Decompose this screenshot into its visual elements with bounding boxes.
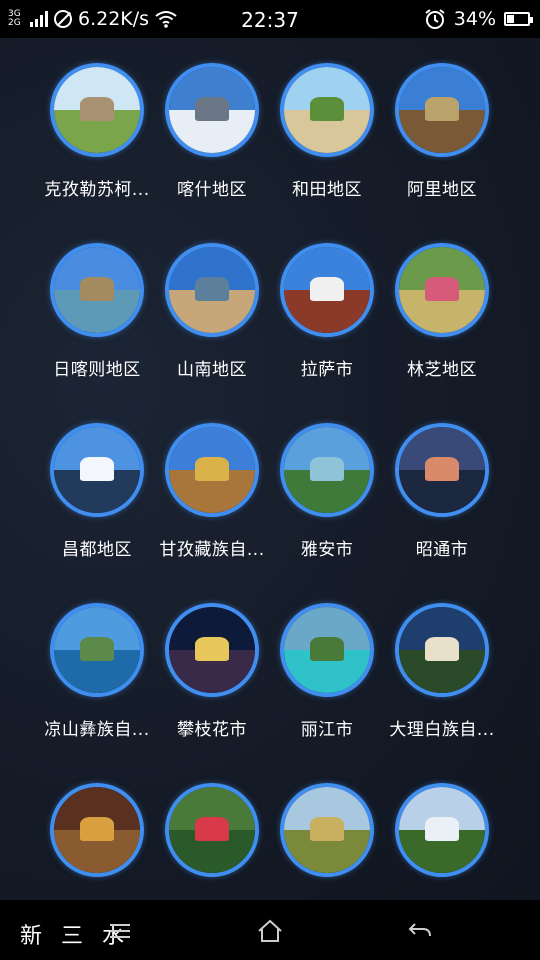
region-label: 克孜勒苏柯... xyxy=(44,180,150,200)
region-label: 雅安市 xyxy=(300,540,354,560)
nav-bar: 新 三 水 xyxy=(0,900,540,960)
thumbnail-feature xyxy=(309,457,345,482)
thumbnail-feature xyxy=(424,97,460,122)
region-label: 攀枝花市 xyxy=(177,720,247,740)
region-thumbnail[interactable] xyxy=(50,783,144,877)
region-item[interactable]: 攀枝花市 xyxy=(147,603,277,773)
back-icon xyxy=(408,923,431,937)
region-label: 丽江市 xyxy=(300,720,354,740)
region-thumbnail[interactable] xyxy=(50,243,144,337)
region-item[interactable]: 克孜勒苏柯... xyxy=(32,63,162,233)
menu-button[interactable] xyxy=(100,914,140,948)
thumbnail-feature xyxy=(424,277,460,302)
region-thumbnail[interactable] xyxy=(395,423,489,517)
region-item[interactable]: 林芝地区 xyxy=(377,243,507,413)
thumbnail-feature xyxy=(424,637,460,662)
region-label: 喀什地区 xyxy=(177,180,247,200)
region-item[interactable]: 凉山彝族自... xyxy=(32,603,162,773)
region-item[interactable]: 甘孜藏族自... xyxy=(147,423,277,593)
thumbnail-feature xyxy=(194,817,230,842)
thumbnail-feature xyxy=(194,637,230,662)
thumbnail-feature xyxy=(424,457,460,482)
region-item[interactable]: 喀什地区 xyxy=(147,63,277,233)
region-label: 和田地区 xyxy=(292,180,362,200)
region-label: 昌都地区 xyxy=(62,540,132,560)
region-item[interactable]: 雅安市 xyxy=(262,423,392,593)
region-thumbnail[interactable] xyxy=(165,603,259,697)
alarm-icon xyxy=(425,9,445,29)
region-item[interactable]: 昌都地区 xyxy=(32,423,162,593)
region-label: 大理白族自... xyxy=(389,720,495,740)
region-thumbnail[interactable] xyxy=(165,63,259,157)
region-thumbnail[interactable] xyxy=(395,63,489,157)
battery-percent: 34% xyxy=(453,8,496,30)
status-right: 34% xyxy=(424,8,533,30)
home-icon xyxy=(258,919,282,942)
region-label: 甘孜藏族自... xyxy=(159,540,265,560)
thumbnail-feature xyxy=(309,97,345,122)
region-label: 日喀则地区 xyxy=(53,360,141,380)
region-label: 林芝地区 xyxy=(407,360,477,380)
thumbnail-feature xyxy=(194,457,230,482)
region-label: 山南地区 xyxy=(177,360,247,380)
region-grid[interactable]: 克孜勒苏柯... 喀什地区 和田地区 阿里地区日喀则地区 山南地区 拉萨市 林芝地区昌都地区… xyxy=(0,38,540,900)
thumbnail-feature xyxy=(79,277,115,302)
region-label: 阿里地区 xyxy=(407,180,477,200)
region-thumbnail[interactable] xyxy=(280,63,374,157)
region-thumbnail[interactable] xyxy=(165,243,259,337)
region-item[interactable] xyxy=(377,783,507,900)
region-thumbnail[interactable] xyxy=(50,63,144,157)
region-thumbnail[interactable] xyxy=(50,423,144,517)
region-thumbnail[interactable] xyxy=(280,243,374,337)
status-bar: 3G 2G 6.22K/s 22:37 34% xyxy=(0,0,540,38)
region-item[interactable] xyxy=(32,783,162,900)
region-thumbnail[interactable] xyxy=(280,783,374,877)
region-thumbnail[interactable] xyxy=(395,603,489,697)
region-thumbnail[interactable] xyxy=(50,603,144,697)
region-thumbnail[interactable] xyxy=(165,783,259,877)
region-label: 昭通市 xyxy=(415,540,469,560)
region-thumbnail[interactable] xyxy=(395,243,489,337)
region-item[interactable]: 大理白族自... xyxy=(377,603,507,773)
thumbnail-feature xyxy=(309,817,345,842)
region-thumbnail[interactable] xyxy=(280,603,374,697)
region-item[interactable]: 日喀则地区 xyxy=(32,243,162,413)
region-thumbnail[interactable] xyxy=(280,423,374,517)
region-item[interactable]: 丽江市 xyxy=(262,603,392,773)
thumbnail-feature xyxy=(79,817,115,842)
thumbnail-feature xyxy=(424,817,460,842)
region-item[interactable] xyxy=(147,783,277,900)
thumbnail-feature xyxy=(309,277,345,302)
region-item[interactable]: 和田地区 xyxy=(262,63,392,233)
region-item[interactable] xyxy=(262,783,392,900)
thumbnail-feature xyxy=(79,637,115,662)
region-item[interactable]: 昭通市 xyxy=(377,423,507,593)
thumbnail-feature xyxy=(309,637,345,662)
home-button[interactable] xyxy=(250,914,290,948)
back-button[interactable] xyxy=(400,914,440,948)
region-thumbnail[interactable] xyxy=(165,423,259,517)
region-label: 凉山彝族自... xyxy=(44,720,150,740)
thumbnail-feature xyxy=(194,97,230,122)
region-item[interactable]: 拉萨市 xyxy=(262,243,392,413)
thumbnail-feature xyxy=(79,457,115,482)
menu-icon xyxy=(110,924,130,938)
thumbnail-feature xyxy=(194,277,230,302)
battery-icon xyxy=(504,12,533,26)
region-thumbnail[interactable] xyxy=(395,783,489,877)
region-label: 拉萨市 xyxy=(300,360,354,380)
region-item[interactable]: 山南地区 xyxy=(147,243,277,413)
thumbnail-feature xyxy=(79,97,115,122)
region-item[interactable]: 阿里地区 xyxy=(377,63,507,233)
